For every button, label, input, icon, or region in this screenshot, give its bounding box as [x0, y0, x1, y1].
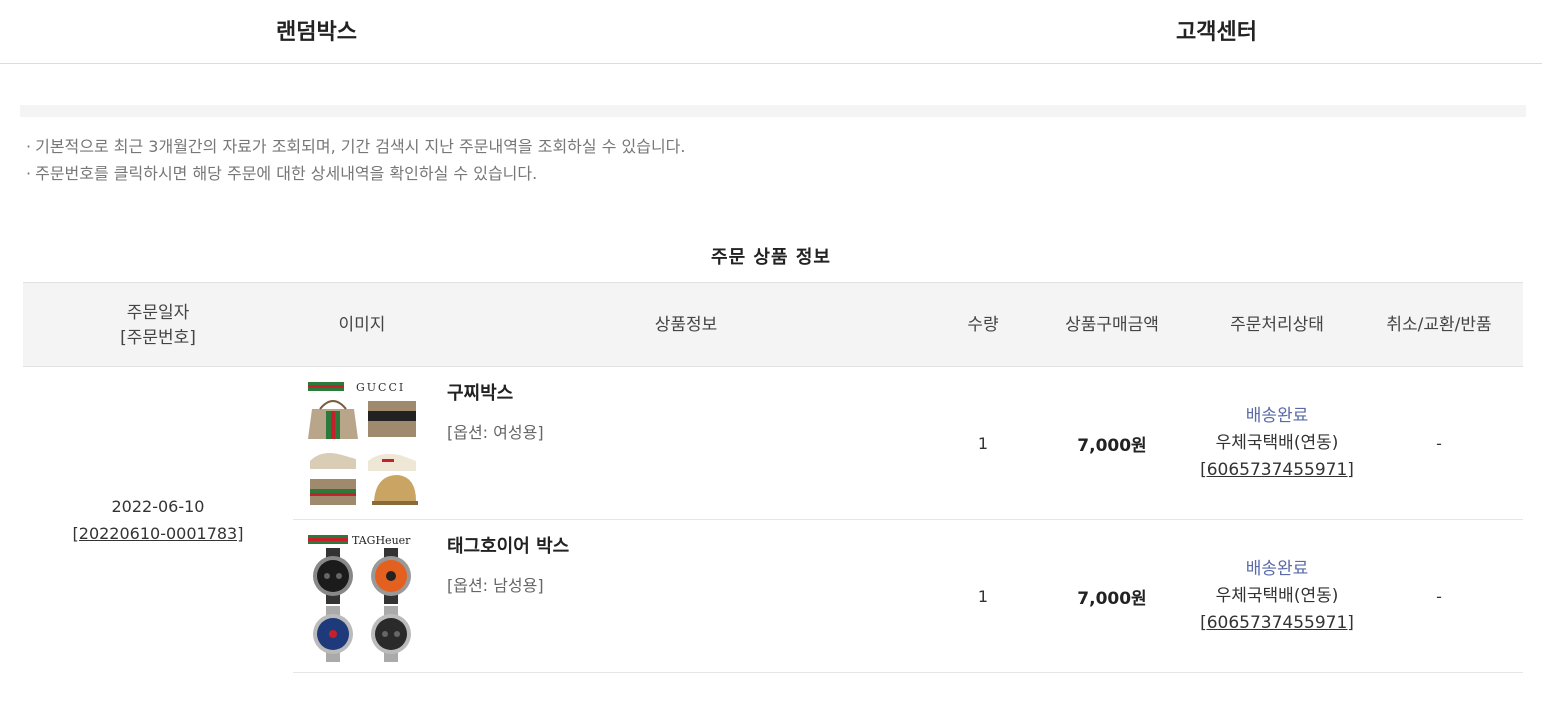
search-bar-strip — [20, 105, 1526, 117]
notice-item: 기본적으로 최근 3개월간의 자료가 조회되며, 기간 검색시 지난 주문내역을… — [26, 133, 685, 160]
status-badge: 배송완료 — [1245, 559, 1309, 579]
tracking-number-link[interactable]: [6065737455971] — [1200, 610, 1354, 637]
header-cancel: 취소/교환/반품 — [1386, 315, 1492, 335]
product-name-link[interactable]: 구찌박스 — [447, 379, 513, 405]
quantity: 1 — [977, 434, 989, 453]
thumbnail-brand-text: TAGHeuer — [352, 534, 411, 547]
order-status-cell: 배송완료 우체국택배(연동) [6065737455971] — [1199, 520, 1355, 673]
header-order-number-label: [주문번호] — [120, 327, 196, 348]
header-quantity: 수량 — [967, 315, 999, 335]
header-price: 상품구매금액 — [1065, 315, 1159, 335]
tagheuer-product-image: TAGHeuer — [302, 532, 422, 664]
product-thumbnail[interactable]: GUCCI — [302, 379, 422, 511]
quantity: 1 — [977, 587, 989, 606]
header-order-date-label: 주문일자 — [126, 302, 190, 323]
gucci-product-image: GUCCI — [302, 379, 422, 511]
order-date-cell: 2022-06-10 [20220610-0001783] — [23, 367, 293, 673]
nav-random-box[interactable]: 랜덤박스 — [276, 14, 357, 46]
notice-item: 주문번호를 클릭하시면 해당 주문에 대한 상세내역을 확인하실 수 있습니다. — [26, 160, 685, 187]
notice-list: 기본적으로 최근 3개월간의 자료가 조회되며, 기간 검색시 지난 주문내역을… — [26, 133, 685, 187]
order-date: 2022-06-10 — [111, 497, 205, 516]
product-option: [옵션: 남성용] — [447, 576, 544, 595]
table-row: GUCCI 구찌박스 [옵션: 여성용] 1 7,000원 배송완료 우체국택배… — [293, 367, 1523, 520]
table-header: 주문일자 [주문번호] 이미지 상품정보 수량 상품구매금액 주문처리상태 취소… — [23, 282, 1523, 367]
header-order-date: 주문일자 [주문번호] — [23, 283, 293, 368]
product-option: [옵션: 여성용] — [447, 423, 544, 442]
cancel-status: - — [1436, 587, 1442, 606]
order-number-link[interactable]: [20220610-0001783] — [73, 520, 244, 547]
table-row: TAGHeuer 태그호이어 박스 [옵션: 남성용] 1 7,000원 배송완… — [293, 520, 1523, 673]
price: 7,000원 — [1077, 589, 1147, 609]
thumbnail-brand-text: GUCCI — [356, 381, 405, 394]
header-status: 주문처리상태 — [1230, 315, 1324, 335]
carrier-name: 우체국택배(연동) — [1215, 586, 1339, 606]
nav-customer-center[interactable]: 고객센터 — [1176, 14, 1257, 46]
top-navigation: 랜덤박스 고객센터 — [0, 0, 1542, 64]
price: 7,000원 — [1077, 436, 1147, 456]
status-badge: 배송완료 — [1245, 406, 1309, 426]
carrier-name: 우체국택배(연동) — [1215, 433, 1339, 453]
order-status-cell: 배송완료 우체국택배(연동) [6065737455971] — [1199, 367, 1355, 520]
tracking-number-link[interactable]: [6065737455971] — [1200, 457, 1354, 484]
cancel-status: - — [1436, 434, 1442, 453]
product-name-link[interactable]: 태그호이어 박스 — [447, 532, 569, 558]
product-thumbnail[interactable]: TAGHeuer — [302, 532, 422, 664]
section-title: 주문 상품 정보 — [711, 247, 831, 268]
header-product-info: 상품정보 — [654, 315, 718, 335]
header-image: 이미지 — [338, 315, 386, 335]
